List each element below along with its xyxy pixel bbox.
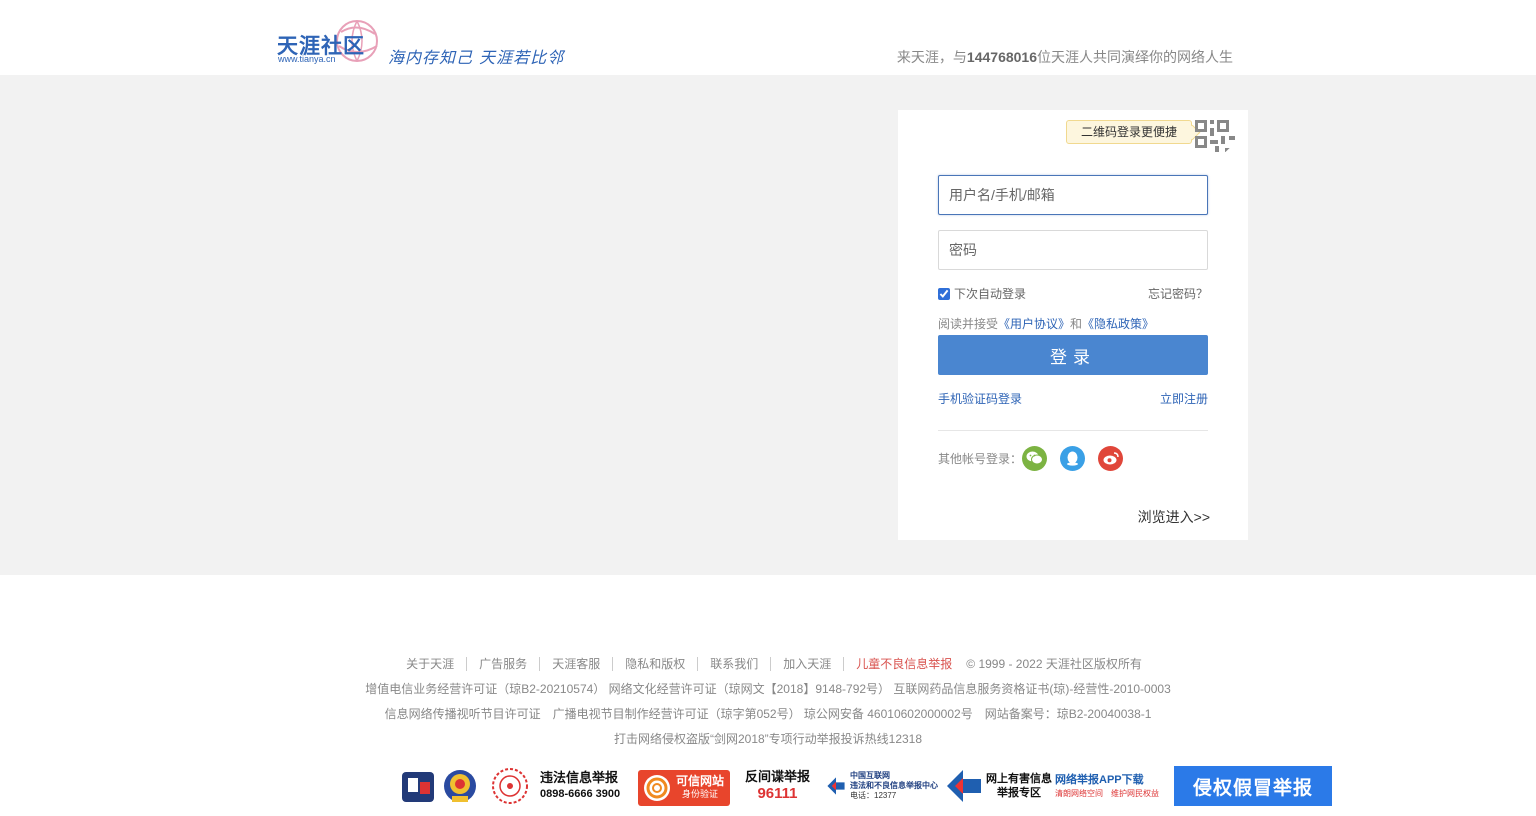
cnnic-arrow-icon [827,777,845,795]
qr-code-icon[interactable] [1195,120,1238,162]
register-link[interactable]: 立即注册 [1160,390,1208,407]
app-title: 网络举报APP下载 [1055,774,1144,786]
report-seal-icon [492,768,528,804]
agree-and: 和 [1070,317,1083,331]
footer-links: 关于天涯 广告服务 天涯客服 隐私和版权 联系我们 加入天涯 儿童不良信息举报 © 1999 … [0,655,1536,672]
other-login: 其他帐号登录： [938,445,1136,471]
harm-title: 网上有害信息 [986,773,1052,785]
illegal-info-report-badge[interactable]: 违法信息举报 0898-6666 3900 [486,766,631,806]
user-count: 144768016 [966,49,1037,65]
cnnic-title: 中国互联网 [850,771,890,780]
police-emblem-icon [402,770,476,802]
tagline-suffix: 位天涯人共同演绎你的网络人生 [1037,49,1233,65]
footer-link-privacy[interactable]: 隐私和版权 [613,657,699,671]
remember-checkbox[interactable] [938,287,950,300]
harmful-info-report-badge[interactable]: 网上有害信息 举报专区 [945,766,1053,806]
anti-spy-report-badge[interactable]: 反间谍举报 96111 [740,766,815,806]
footer-link-join[interactable]: 加入天涯 [771,657,845,671]
spy-title: 反间谍举报 [744,769,810,784]
spy-phone: 96111 [757,785,798,802]
police-badge[interactable] [400,766,480,806]
privacy-policy-link[interactable]: 《隐私政策》 [1082,317,1154,331]
trust-rings-icon [644,775,670,801]
harm-sub: 举报专区 [997,787,1041,799]
footer-license-1: 增值电信业务经营许可证（琼B2-20210574） 网络文化经营许可证（琼网文【… [365,682,1171,696]
browse-enter-link[interactable]: 浏览进入>> [1138,507,1210,527]
cnnic-report-badge[interactable]: 中国互联网 违法和不良信息举报中心 电话：12377 [826,766,938,806]
trust-text: 可信网站 身份验证 [676,775,724,801]
agree-prefix: 阅读并接受 [938,317,999,331]
login-button[interactable]: 登录 [938,335,1208,375]
illegal-info-title: 违法信息举报 [540,770,619,785]
sms-login-link[interactable]: 手机验证码登录 [938,390,1022,407]
qq-login-icon[interactable] [1060,445,1086,471]
illegal-info-phone: 0898-6666 3900 [540,788,621,800]
weibo-login-icon[interactable] [1098,445,1124,471]
trusted-site-badge[interactable]: 可信网站 身份验证 [638,770,730,806]
divider [938,430,1208,431]
illegal-info-text: 违法信息举报 0898-6666 3900 [540,770,620,802]
login-card: 二维码登录更便捷 下次自动登录 忘记密码？ 阅读并接受《用户协议》和《隐私政策》… [898,110,1248,540]
site-header: 天涯社区 www.tianya.cn 海内存知己 天涯若比邻 来天涯，与1447… [0,0,1536,75]
tianya-logo[interactable]: 天涯社区 www.tianya.cn [277,18,382,66]
report-app-download-badge[interactable]: 网络举报APP下载 清朗网络空间 维护网民权益 [1055,766,1167,806]
copyright: © 1999 - 2022 天涯社区版权所有 [966,657,1142,671]
remember-login[interactable]: 下次自动登录 [938,285,1026,302]
infringement-report-badge[interactable]: 侵权假冒举报 [1174,766,1332,806]
footer-link-ads[interactable]: 广告服务 [467,657,541,671]
harm-report-arrow-icon [947,770,981,802]
forgot-password-link[interactable]: 忘记密码？ [1148,285,1208,302]
slogan: 海内存知己 天涯若比邻 [388,48,565,67]
footer-link-child-report[interactable]: 儿童不良信息举报 [844,657,964,671]
footer-hotline: 打击网络侵权盗版“剑网2018”专项行动举报投诉热线12318 [613,732,923,746]
user-agreement-link[interactable]: 《用户协议》 [998,317,1070,331]
tagline-prefix: 来天涯，与 [896,49,967,65]
trust-sub: 身份验证 [682,789,719,799]
logo-url: www.tianya.cn [278,54,336,64]
remember-label: 下次自动登录 [954,287,1027,301]
cnnic-phone: 电话：12377 [850,791,897,800]
footer-link-contact[interactable]: 联系我们 [698,657,772,671]
cnnic-sub: 违法和不良信息举报中心 [850,781,938,790]
trust-title: 可信网站 [676,774,725,788]
footer-link-service[interactable]: 天涯客服 [540,657,614,671]
other-login-label: 其他帐号登录： [938,451,1023,466]
header-tagline: 来天涯，与144768016位天涯人共同演绎你的网络人生 [897,47,1233,67]
wechat-login-icon[interactable] [1022,445,1048,471]
agreement-text: 阅读并接受《用户协议》和《隐私政策》 [938,315,1154,332]
username-input[interactable] [938,175,1208,215]
footer-link-about[interactable]: 关于天涯 [394,657,468,671]
main-band [0,75,1536,575]
password-input[interactable] [938,230,1208,270]
app-sub: 清朗网络空间 维护网民权益 [1055,789,1159,798]
qr-login-tip[interactable]: 二维码登录更便捷 [1066,120,1193,144]
harm-text: 网上有害信息 举报专区 [986,772,1052,800]
cnnic-text: 中国互联网 违法和不良信息举报中心 电话：12377 [850,771,938,801]
footer-license-2: 信息网络传播视听节目许可证 广播电视节目制作经营许可证（琼字第052号） 琼公网… [384,707,1152,721]
